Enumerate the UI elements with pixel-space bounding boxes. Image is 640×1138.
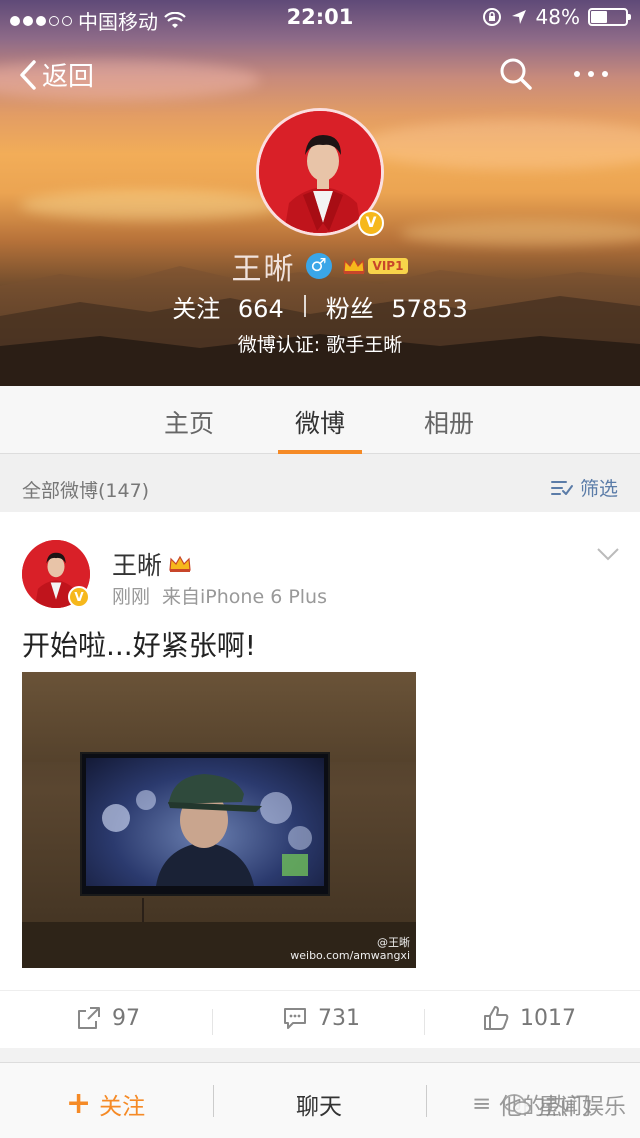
post-author-name[interactable]: 王晰	[112, 546, 162, 582]
filter-icon	[550, 480, 573, 495]
repost-count: 97	[112, 1005, 140, 1031]
thumbs-up-icon	[484, 1006, 509, 1030]
search-icon[interactable]	[498, 56, 534, 92]
profile-name: 王晰	[231, 252, 296, 287]
rotation-lock-icon	[482, 8, 501, 26]
post-meta: 刚刚 来自iPhone 6 Plus	[112, 582, 327, 609]
back-label: 返回	[42, 62, 95, 92]
filter-label: 筛选	[579, 478, 618, 500]
comment-button[interactable]: 731	[282, 1005, 360, 1031]
header-cloud	[20, 190, 280, 220]
profile-stats: 关注 664 粉丝 57853	[0, 289, 640, 324]
chat-button[interactable]: 聊天	[296, 1087, 342, 1121]
followers-label: 粉丝	[325, 294, 374, 323]
battery-icon	[588, 8, 631, 26]
tab-home[interactable]: 主页	[144, 404, 234, 440]
followers-count: 57853	[391, 294, 468, 323]
crown-icon	[169, 555, 191, 572]
crown-icon	[342, 257, 365, 274]
post-time: 刚刚	[112, 586, 151, 608]
verified-badge-icon: V	[358, 210, 384, 236]
repost-icon	[78, 1007, 100, 1029]
tab-weibo[interactable]: 微博	[275, 404, 365, 440]
menu-icon: ≡	[472, 1091, 492, 1117]
following-stat[interactable]: 关注 664	[172, 289, 283, 324]
chevron-left-icon	[20, 59, 36, 90]
plus-icon: +	[66, 1086, 92, 1121]
repost-button[interactable]: 97	[76, 1005, 140, 1031]
post-author-row: 王晰	[112, 546, 192, 582]
profile-header: 中国移动 22:01 48% 返回 V 王晰 ♂ VIP1 关注 664 粉丝 …	[0, 0, 640, 386]
image-watermark: @王晰 weibo.com/amwangxi	[290, 936, 410, 962]
followers-stat[interactable]: 粉丝 57853	[326, 289, 468, 324]
watermark-logo: 星闻娱乐	[502, 1089, 626, 1121]
profile-tabs: 主页 微博 相册	[0, 386, 640, 454]
header-cloud	[400, 220, 640, 246]
comment-icon	[284, 1008, 306, 1029]
wechat-icon	[503, 1094, 531, 1115]
action-divider	[424, 1009, 425, 1035]
tv-screen	[86, 758, 324, 886]
verification-text: 微博认证: 歌手王晰	[237, 334, 403, 356]
tv-screen-content	[102, 774, 312, 886]
back-button[interactable]: 返回	[18, 56, 94, 93]
watermark-url: weibo.com/amwangxi	[290, 949, 410, 962]
header-cloud	[360, 120, 640, 170]
post-text: 开始啦...好紧张啊!	[22, 629, 256, 662]
following-count: 664	[237, 294, 284, 323]
action-divider	[212, 1009, 213, 1035]
watermark-logo-text: 星闻娱乐	[537, 1095, 626, 1120]
battery-level	[591, 11, 608, 23]
tv-set	[80, 752, 330, 896]
all-posts-count: 全部微博(147)	[22, 480, 150, 502]
status-bar: 中国移动 22:01 48%	[0, 0, 640, 36]
post-source: 来自iPhone 6 Plus	[162, 586, 327, 608]
profile-name-row: 王晰 ♂ VIP1	[0, 246, 640, 287]
chevron-down-icon[interactable]	[596, 546, 620, 562]
stats-divider	[303, 295, 306, 317]
following-label: 关注	[172, 294, 221, 323]
follow-button[interactable]: + 关注	[66, 1087, 145, 1121]
filter-button[interactable]: 筛选	[550, 474, 618, 501]
more-icon[interactable]	[574, 60, 608, 88]
verified-badge-icon: V	[68, 586, 90, 608]
male-gender-icon: ♂	[305, 253, 332, 279]
vip-badge[interactable]: VIP1	[342, 256, 409, 276]
chat-label: 聊天	[296, 1094, 342, 1120]
bottom-divider	[213, 1085, 214, 1117]
tab-album[interactable]: 相册	[404, 404, 494, 440]
post-actions: 97 731 1017	[0, 990, 640, 1048]
like-button[interactable]: 1017	[482, 1005, 576, 1031]
post-card: V 王晰 刚刚 来自iPhone 6 Plus 开始啦...好紧张啊! @王晰 …	[0, 512, 640, 1048]
post-image[interactable]: @王晰 weibo.com/amwangxi	[22, 672, 416, 968]
bottom-divider	[426, 1085, 427, 1117]
comment-count: 731	[318, 1005, 360, 1031]
vip-level: VIP1	[367, 258, 409, 274]
wall-background	[22, 672, 416, 762]
bottom-action-bar: + 关注 聊天 ≡ 他的热门 星闻娱乐	[0, 1062, 640, 1138]
location-icon	[511, 10, 526, 24]
nav-bar: 返回	[0, 52, 640, 96]
filter-bar: 全部微博(147) 筛选	[0, 454, 640, 512]
like-count: 1017	[520, 1005, 576, 1031]
battery-percent: 48%	[535, 5, 580, 29]
watermark-name: @王晰	[377, 936, 410, 949]
follow-label: 关注	[99, 1094, 146, 1120]
